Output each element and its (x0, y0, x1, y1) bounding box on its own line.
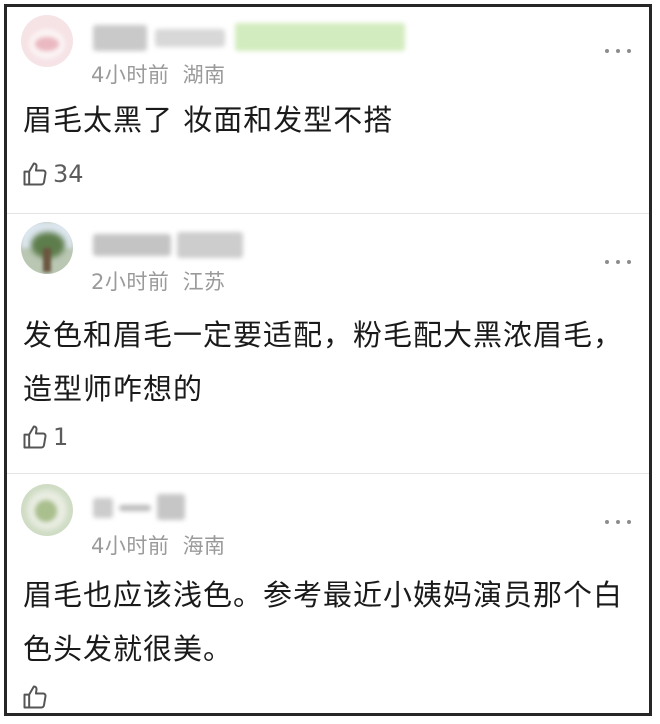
comment-text: 眉毛太黑了 妆面和发型不搭 (23, 103, 394, 137)
avatar[interactable] (21, 222, 73, 274)
like-count: 1 (53, 423, 69, 451)
comment-time: 4小时前 (91, 63, 170, 87)
username-blurred[interactable] (93, 230, 293, 260)
thumbs-up-icon (21, 160, 49, 188)
comment-location: 江苏 (182, 270, 226, 294)
comment-item: 2小时前 江苏 发色和眉毛一定要适配，粉毛配大黑浓眉毛，造型师咋想的 1 (7, 214, 649, 473)
more-dots-icon[interactable] (605, 47, 631, 55)
comment-text: 发色和眉毛一定要适配，粉毛配大黑浓眉毛，造型师咋想的 (23, 318, 624, 406)
comment-meta: 2小时前 江苏 (91, 266, 226, 296)
more-dots-icon[interactable] (605, 258, 631, 266)
more-dots-icon[interactable] (605, 518, 631, 526)
like-button[interactable]: 1 (21, 422, 68, 452)
comment-location: 湖南 (182, 63, 226, 87)
like-count: 34 (53, 160, 84, 188)
comment-item: 4小时前 湖南 眉毛太黑了 妆面和发型不搭 34 (7, 7, 649, 213)
avatar[interactable] (21, 15, 73, 67)
comment-meta: 4小时前 湖南 (91, 59, 226, 89)
comment-meta: 4小时前 海南 (91, 530, 226, 560)
comment-location: 海南 (182, 534, 226, 558)
thumbs-up-icon (21, 683, 49, 711)
like-button[interactable]: 34 (21, 159, 84, 189)
comment-time: 2小时前 (91, 270, 170, 294)
comment-item: 4小时前 海南 眉毛也应该浅色。参考最近小姨妈演员那个白色头发就很美。 (7, 474, 649, 714)
comment-time: 4小时前 (91, 534, 170, 558)
comment-list: 4小时前 湖南 眉毛太黑了 妆面和发型不搭 34 2小时前 江苏 发色和眉毛一定… (4, 4, 652, 716)
username-blurred[interactable] (93, 23, 413, 53)
thumbs-up-icon (21, 423, 49, 451)
avatar[interactable] (21, 484, 73, 536)
username-blurred[interactable] (93, 492, 213, 522)
comment-text: 眉毛也应该浅色。参考最近小姨妈演员那个白色头发就很美。 (23, 578, 624, 666)
like-button[interactable] (21, 682, 53, 712)
